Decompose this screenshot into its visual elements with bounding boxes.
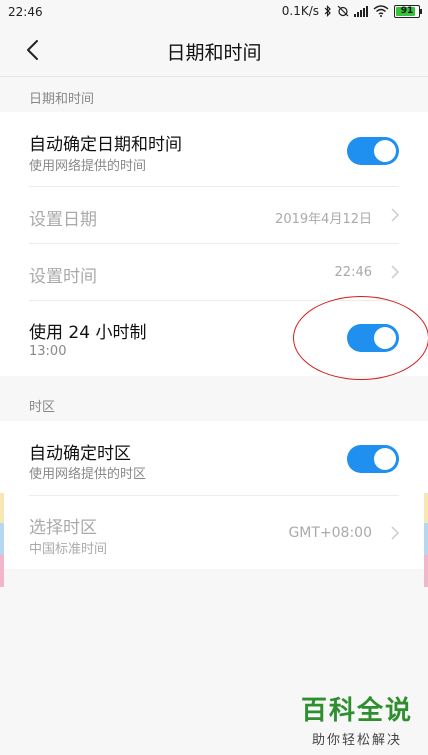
edge-strip — [424, 555, 428, 587]
signal-icon — [354, 6, 368, 17]
alarm-off-icon — [337, 5, 349, 17]
edge-strip — [424, 523, 428, 555]
set-time-value: 22:46 — [334, 265, 372, 280]
set-date-label: 设置日期 — [29, 210, 97, 230]
auto-timezone-label: 自动确定时区 — [29, 444, 131, 464]
toggle-knob — [374, 448, 396, 470]
bluetooth-icon — [324, 5, 331, 17]
annotation-circle — [293, 296, 428, 380]
chevron-right-icon — [391, 208, 400, 222]
page-title: 日期和时间 — [166, 42, 262, 64]
auto-datetime-sub: 使用网络提供的时间 — [29, 159, 147, 174]
edge-strip — [0, 555, 4, 587]
select-timezone-row[interactable]: 选择时区 中国标准时间 GMT+08:00 — [0, 496, 428, 569]
auto-timezone-row[interactable]: 自动确定时区 使用网络提供的时区 — [0, 421, 428, 496]
status-icons: 0.1K/s 91 — [281, 4, 422, 18]
set-time-row[interactable]: 设置时间 22:46 — [0, 244, 428, 301]
edge-strip — [0, 523, 4, 555]
auto-datetime-toggle[interactable] — [347, 137, 399, 165]
watermark-logo: 百科全说 助你轻松解决 — [297, 690, 417, 750]
app-header: 日期和时间 — [0, 24, 428, 77]
select-timezone-sub: 中国标准时间 — [29, 542, 108, 557]
select-timezone-value: GMT+08:00 — [288, 525, 372, 541]
set-date-row[interactable]: 设置日期 2019年4月12日 — [0, 187, 428, 244]
battery-icon: 91 — [394, 4, 422, 18]
chevron-right-icon — [391, 526, 400, 540]
network-speed: 0.1K/s — [281, 4, 319, 18]
watermark-subtitle: 助你轻松解决 — [311, 733, 402, 748]
auto-timezone-sub: 使用网络提供的时区 — [29, 467, 147, 482]
status-bar: 22:46 0.1K/s 91 — [0, 0, 428, 24]
auto-timezone-toggle[interactable] — [347, 445, 399, 473]
watermark-title: 百科全说 — [300, 696, 413, 726]
edge-strip — [424, 493, 428, 523]
select-timezone-label: 选择时区 — [29, 518, 97, 538]
battery-level: 91 — [400, 5, 414, 16]
status-time: 22:46 — [8, 5, 43, 19]
chevron-right-icon — [391, 265, 400, 279]
edge-strip — [0, 493, 4, 523]
section-label-timezone: 时区 — [29, 400, 56, 415]
set-date-value: 2019年4月12日 — [275, 212, 372, 227]
auto-datetime-label: 自动确定日期和时间 — [29, 135, 182, 155]
set-time-label: 设置时间 — [29, 267, 97, 287]
use-24h-sub: 13:00 — [29, 344, 67, 359]
toggle-knob — [374, 140, 396, 162]
section-label-datetime: 日期和时间 — [29, 92, 95, 107]
wifi-icon — [373, 5, 389, 17]
use-24h-label: 使用 24 小时制 — [29, 323, 147, 343]
auto-datetime-row[interactable]: 自动确定日期和时间 使用网络提供的时间 — [0, 112, 428, 187]
timezone-card: 自动确定时区 使用网络提供的时区 选择时区 中国标准时间 GMT+08:00 — [0, 421, 428, 569]
